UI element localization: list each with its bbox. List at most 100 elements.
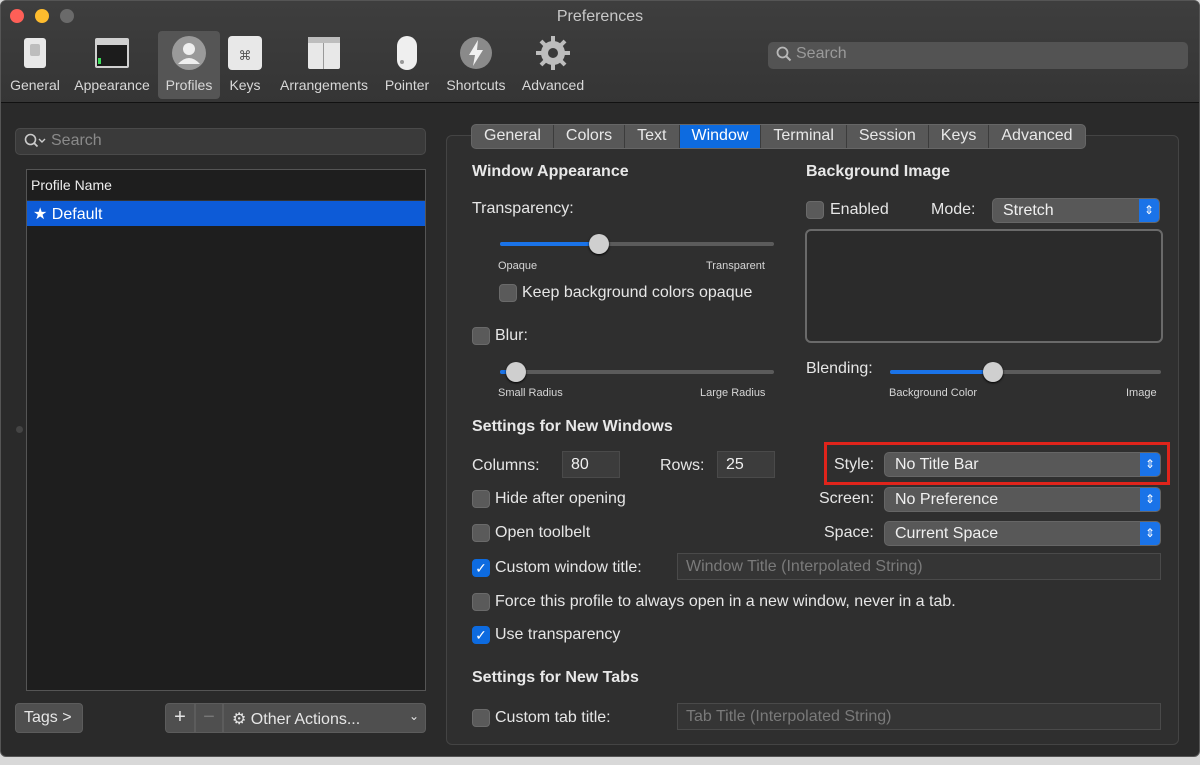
image-label: Image bbox=[1126, 387, 1157, 399]
tab-colors[interactable]: Colors bbox=[554, 125, 626, 148]
tags-button[interactable]: Tags > bbox=[15, 703, 83, 733]
profile-row-default[interactable]: ★ Default bbox=[27, 201, 425, 226]
opaque-label: Opaque bbox=[498, 260, 538, 272]
chevron-down-icon: ⌄ bbox=[408, 709, 419, 723]
shortcuts-bolt-icon bbox=[460, 37, 492, 69]
custom-window-title-checkbox[interactable]: ✓ bbox=[472, 559, 490, 577]
transparent-label: Transparent bbox=[706, 260, 765, 272]
updown-chevron-icon: ⇕ bbox=[1139, 199, 1159, 222]
force-new-window-checkbox[interactable] bbox=[472, 593, 490, 611]
svg-text:⌘: ⌘ bbox=[239, 49, 252, 64]
bg-image-enabled-label: Enabled bbox=[830, 201, 889, 218]
toolbar-search-placeholder: Search bbox=[796, 45, 847, 62]
tab-session[interactable]: Session bbox=[847, 125, 929, 148]
profile-list: Profile Name ★ Default bbox=[26, 169, 426, 691]
profile-search-input[interactable]: Search bbox=[15, 128, 426, 155]
profile-tabs: General Colors Text Window Terminal Sess… bbox=[471, 124, 1086, 149]
custom-tab-title-checkbox[interactable] bbox=[472, 709, 490, 727]
blending-slider-knob[interactable] bbox=[982, 362, 1003, 382]
new-tabs-heading: Settings for New Tabs bbox=[472, 669, 639, 686]
mode-label: Mode: bbox=[931, 201, 976, 218]
toolbar-item-appearance[interactable]: Appearance bbox=[69, 31, 155, 99]
new-windows-heading: Settings for New Windows bbox=[472, 418, 673, 435]
transparency-slider[interactable] bbox=[500, 234, 774, 254]
appearance-window-icon bbox=[95, 38, 129, 68]
background-image-well[interactable] bbox=[805, 229, 1163, 343]
profile-search-placeholder: Search bbox=[51, 132, 102, 149]
screen-label: Screen: bbox=[819, 490, 875, 507]
open-toolbelt-checkbox[interactable] bbox=[472, 524, 490, 542]
blur-checkbox[interactable] bbox=[472, 327, 490, 345]
keep-bg-opaque-checkbox[interactable] bbox=[499, 284, 517, 302]
general-switch-icon bbox=[24, 38, 46, 68]
search-icon bbox=[776, 46, 792, 62]
rows-label: Rows: bbox=[660, 457, 705, 474]
background-color-label: Background Color bbox=[889, 387, 978, 399]
keys-command-icon: ⌘ bbox=[228, 36, 262, 70]
toolbar-search-input[interactable]: Search bbox=[768, 42, 1188, 69]
tab-terminal[interactable]: Terminal bbox=[761, 125, 847, 148]
blending-label: Blending: bbox=[806, 360, 873, 377]
space-select-value: Current Space bbox=[895, 525, 999, 542]
screen-select[interactable]: No Preference ⇕ bbox=[884, 487, 1161, 512]
tab-advanced[interactable]: Advanced bbox=[989, 125, 1084, 148]
style-highlight-annotation bbox=[824, 442, 1170, 485]
rows-field[interactable]: 25 bbox=[717, 451, 775, 478]
background-image-heading: Background Image bbox=[806, 163, 951, 180]
gear-icon: ⚙ bbox=[232, 711, 247, 728]
star-icon: ★ bbox=[33, 206, 48, 223]
tab-keys[interactable]: Keys bbox=[929, 125, 990, 148]
keep-bg-opaque-label: Keep background colors opaque bbox=[522, 284, 753, 301]
mode-select[interactable]: Stretch ⇕ bbox=[992, 198, 1160, 223]
use-transparency-checkbox[interactable]: ✓ bbox=[472, 626, 490, 644]
toolbar-item-keys[interactable]: ⌘ Keys bbox=[225, 31, 265, 99]
custom-tab-title-input[interactable]: Tab Title (Interpolated String) bbox=[677, 703, 1161, 730]
arrangements-window-icon bbox=[308, 37, 340, 69]
space-label: Space: bbox=[824, 524, 874, 541]
custom-window-title-input[interactable]: Window Title (Interpolated String) bbox=[677, 553, 1161, 580]
tab-general[interactable]: General bbox=[472, 125, 554, 148]
columns-label: Columns: bbox=[472, 457, 540, 474]
tab-window[interactable]: Window bbox=[679, 125, 762, 148]
profile-settings-panel bbox=[446, 135, 1179, 745]
blur-label: Blur: bbox=[495, 327, 528, 344]
transparency-slider-fill bbox=[500, 242, 599, 246]
advanced-gear-icon bbox=[536, 36, 570, 70]
space-select[interactable]: Current Space ⇕ bbox=[884, 521, 1161, 546]
bg-image-enabled-checkbox[interactable] bbox=[806, 201, 824, 219]
force-new-window-label: Force this profile to always open in a n… bbox=[495, 593, 956, 610]
other-actions-label: Other Actions... bbox=[250, 711, 361, 728]
window-appearance-heading: Window Appearance bbox=[472, 163, 629, 180]
updown-chevron-icon: ⇕ bbox=[1140, 522, 1160, 545]
window-title: Preferences bbox=[556, 8, 644, 25]
other-actions-menu[interactable]: ⚙ Other Actions... ⌄ bbox=[223, 703, 426, 733]
use-transparency-label: Use transparency bbox=[495, 626, 621, 643]
tab-text[interactable]: Text bbox=[625, 125, 680, 148]
custom-window-title-label: Custom window title: bbox=[495, 559, 642, 576]
transparency-label: Transparency: bbox=[472, 200, 574, 217]
remove-profile-button[interactable]: − bbox=[195, 703, 223, 733]
toolbar-item-arrangements[interactable]: Arrangements bbox=[275, 31, 373, 99]
toolbar-item-advanced[interactable]: Advanced bbox=[518, 31, 588, 99]
sidebar-resize-handle[interactable] bbox=[16, 426, 23, 433]
hide-after-opening-label: Hide after opening bbox=[495, 490, 626, 507]
small-radius-label: Small Radius bbox=[498, 387, 563, 399]
add-profile-button[interactable]: + bbox=[165, 703, 195, 733]
custom-tab-title-label: Custom tab title: bbox=[495, 709, 611, 726]
columns-field[interactable]: 80 bbox=[562, 451, 620, 478]
search-icon bbox=[24, 133, 46, 148]
hide-after-opening-checkbox[interactable] bbox=[472, 490, 490, 508]
profile-name-column-header[interactable]: Profile Name bbox=[27, 170, 425, 201]
blur-radius-slider[interactable] bbox=[500, 362, 774, 382]
profile-row-label: Default bbox=[51, 206, 103, 223]
toolbar-item-pointer[interactable]: Pointer bbox=[381, 31, 433, 99]
transparency-slider-knob[interactable] bbox=[588, 234, 609, 254]
toolbar-item-general[interactable]: General bbox=[5, 31, 65, 99]
blending-slider-fill bbox=[890, 370, 993, 374]
toolbar-item-shortcuts[interactable]: Shortcuts bbox=[441, 31, 511, 99]
blending-slider[interactable] bbox=[890, 362, 1161, 382]
preferences-window: Preferences General Appearance Profiles … bbox=[0, 0, 1200, 757]
toolbar-item-profiles[interactable]: Profiles bbox=[158, 31, 220, 99]
toolbar: Preferences General Appearance Profiles … bbox=[1, 1, 1199, 103]
pointer-mouse-icon bbox=[397, 36, 417, 70]
